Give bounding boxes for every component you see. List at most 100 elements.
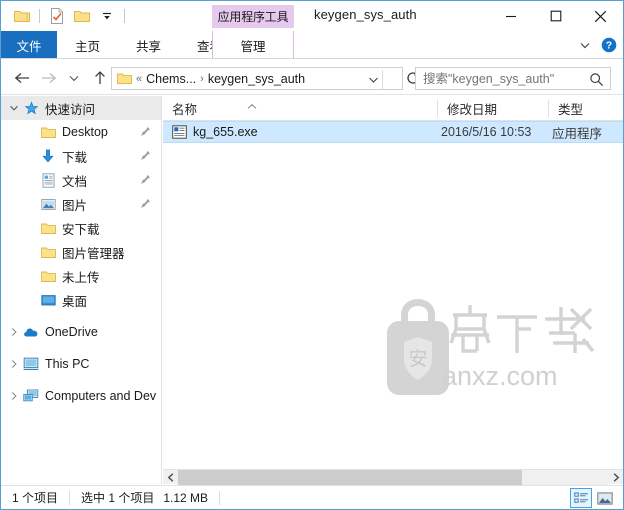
minimize-icon[interactable]	[488, 1, 533, 31]
quick-access-toolbar	[1, 5, 128, 27]
status-bar: 1 个项目 选中 1 个项目 1.12 MB	[1, 485, 623, 509]
close-icon[interactable]	[578, 1, 623, 31]
anxz-watermark: 安 anxz.com	[385, 289, 610, 407]
search-input[interactable]	[416, 68, 576, 89]
nav-spacer	[23, 168, 39, 192]
column-header-date-modified[interactable]: 修改日期	[438, 96, 548, 121]
sidebar-item-desktop-cn[interactable]: 桌面	[1, 288, 161, 312]
horizontal-scrollbar[interactable]	[163, 469, 623, 485]
chevron-right-icon[interactable]	[6, 384, 22, 408]
breadcrumb-chevron-down-icon[interactable]	[367, 73, 380, 86]
arrow-left-icon[interactable]	[9, 65, 35, 91]
chevron-right-icon[interactable]	[6, 352, 22, 376]
ribbon-tab-strip: 文件 主页 共享 查看 管理 ?	[1, 31, 623, 59]
pin-icon[interactable]	[140, 126, 151, 140]
explorer-window: 应用程序工具 keygen_sys_auth 文件 主页 共享 查看 管理 ? …	[0, 0, 624, 510]
svg-text:安: 安	[408, 348, 427, 370]
chevron-right-icon[interactable]	[6, 320, 22, 344]
tab-home-label: 主页	[74, 39, 100, 54]
column-header-date-label: 修改日期	[447, 103, 498, 117]
sidebar-item-picture-manager[interactable]: 图片管理器	[1, 240, 161, 264]
sidebar-group-label: 快速访问	[45, 102, 96, 117]
explorer-content: 快速访问 Desktop 下载 文档 图片 安下载 图片管理器 未上传 桌面 O…	[1, 96, 623, 484]
folder-icon	[39, 246, 57, 259]
help-icon[interactable]: ?	[601, 37, 617, 53]
download-arrow-icon	[39, 149, 57, 164]
svg-text:?: ?	[606, 40, 612, 52]
breadcrumb-overflow[interactable]: «	[136, 73, 142, 85]
nav-spacer	[23, 144, 39, 168]
chevron-right-icon[interactable]	[608, 470, 623, 485]
caret-up-icon	[246, 97, 258, 109]
column-header-type[interactable]: 类型	[549, 96, 623, 121]
sidebar-item-documents[interactable]: 文档	[1, 168, 161, 192]
details-view-button[interactable]	[570, 488, 592, 508]
title-bar: 应用程序工具 keygen_sys_auth	[1, 1, 623, 31]
folder-icon[interactable]	[71, 5, 93, 27]
tab-share[interactable]: 共享	[118, 31, 179, 59]
sidebar-item-label: 下载	[62, 150, 88, 165]
breadcrumb-bar[interactable]: « Chems... › keygen_sys_auth	[111, 67, 403, 90]
sidebar-item-label: 桌面	[62, 294, 88, 309]
status-item-count: 1 个项目	[12, 491, 59, 505]
customize-dropdown-icon[interactable]	[96, 5, 118, 27]
search-icon[interactable]	[589, 72, 604, 92]
sidebar-item-this-pc[interactable]: This PC	[1, 352, 161, 376]
tab-home[interactable]: 主页	[57, 31, 118, 59]
ribbon-right-controls: ?	[578, 31, 617, 59]
file-type-cell: 应用程序	[552, 126, 603, 141]
sidebar-group-quick-access[interactable]: 快速访问	[1, 96, 161, 120]
sidebar-item-anxiazai[interactable]: 安下载	[1, 216, 161, 240]
sidebar-item-label: 图片管理器	[62, 246, 125, 261]
sidebar-item-downloads[interactable]: 下载	[1, 144, 161, 168]
tab-manage[interactable]: 管理	[212, 31, 294, 59]
pin-icon[interactable]	[140, 198, 151, 212]
tab-file[interactable]: 文件	[1, 31, 57, 59]
onedrive-cloud-icon	[22, 326, 40, 338]
column-header-name[interactable]: 名称	[163, 96, 437, 121]
nav-spacer	[23, 240, 39, 264]
chevron-down-icon[interactable]	[578, 38, 592, 52]
large-icons-view-button[interactable]	[594, 488, 616, 508]
view-mode-buttons	[570, 488, 616, 508]
star-pin-icon	[22, 100, 40, 116]
table-row[interactable]: kg_655.exe 2016/5/16 10:53 应用程序	[163, 121, 623, 143]
contextual-tab-label: 应用程序工具	[217, 10, 289, 24]
search-box[interactable]	[415, 67, 611, 90]
chevron-down-icon[interactable]	[6, 96, 22, 120]
properties-folder-icon[interactable]	[11, 5, 33, 27]
scrollbar-track[interactable]	[178, 469, 608, 485]
sidebar-item-label: 未上传	[62, 270, 100, 285]
sidebar-item-pictures[interactable]: 图片	[1, 192, 161, 216]
sidebar-item-desktop[interactable]: Desktop	[1, 120, 161, 144]
breadcrumb-item-1[interactable]: keygen_sys_auth	[208, 72, 305, 86]
arrow-up-icon[interactable]	[87, 65, 113, 91]
scrollbar-thumb[interactable]	[178, 469, 522, 485]
details-view-icon	[573, 492, 588, 503]
breadcrumb-separator-0[interactable]: ›	[200, 73, 204, 85]
anxz-bag-shield-icon: 安	[387, 299, 449, 395]
recent-locations-chevron-down-icon[interactable]	[61, 65, 87, 91]
navigation-pane[interactable]: 快速访问 Desktop 下载 文档 图片 安下载 图片管理器 未上传 桌面 O…	[1, 96, 162, 484]
sidebar-item-computers-and-devices[interactable]: Computers and Dev	[1, 384, 161, 408]
chevron-left-icon[interactable]	[163, 470, 178, 485]
sidebar-item-onedrive[interactable]: OneDrive	[1, 320, 161, 344]
pin-icon[interactable]	[140, 150, 151, 164]
window-title: keygen_sys_auth	[314, 7, 417, 22]
qat-separator	[39, 9, 40, 23]
large-icons-view-icon	[597, 491, 613, 505]
sidebar-item-not-uploaded[interactable]: 未上传	[1, 264, 161, 288]
column-header-row: 名称 修改日期 类型	[163, 96, 623, 121]
documents-icon	[39, 172, 57, 188]
file-list-pane[interactable]: 名称 修改日期 类型 kg_655.exe 2016/5/16 10:53 应用…	[163, 96, 623, 484]
breadcrumb-item-0[interactable]: Chems...	[146, 72, 196, 86]
status-selection-size: 1.12 MB	[163, 490, 209, 505]
folder-icon	[117, 72, 132, 85]
new-folder-checklist-icon[interactable]	[46, 5, 68, 27]
pin-icon[interactable]	[140, 174, 151, 188]
watermark-domain-text: anxz.com	[442, 361, 558, 391]
maximize-icon[interactable]	[533, 1, 578, 31]
sidebar-item-label: 安下载	[62, 222, 100, 237]
sidebar-item-label: This PC	[45, 357, 90, 371]
status-selection: 选中 1 个项目	[81, 491, 155, 505]
